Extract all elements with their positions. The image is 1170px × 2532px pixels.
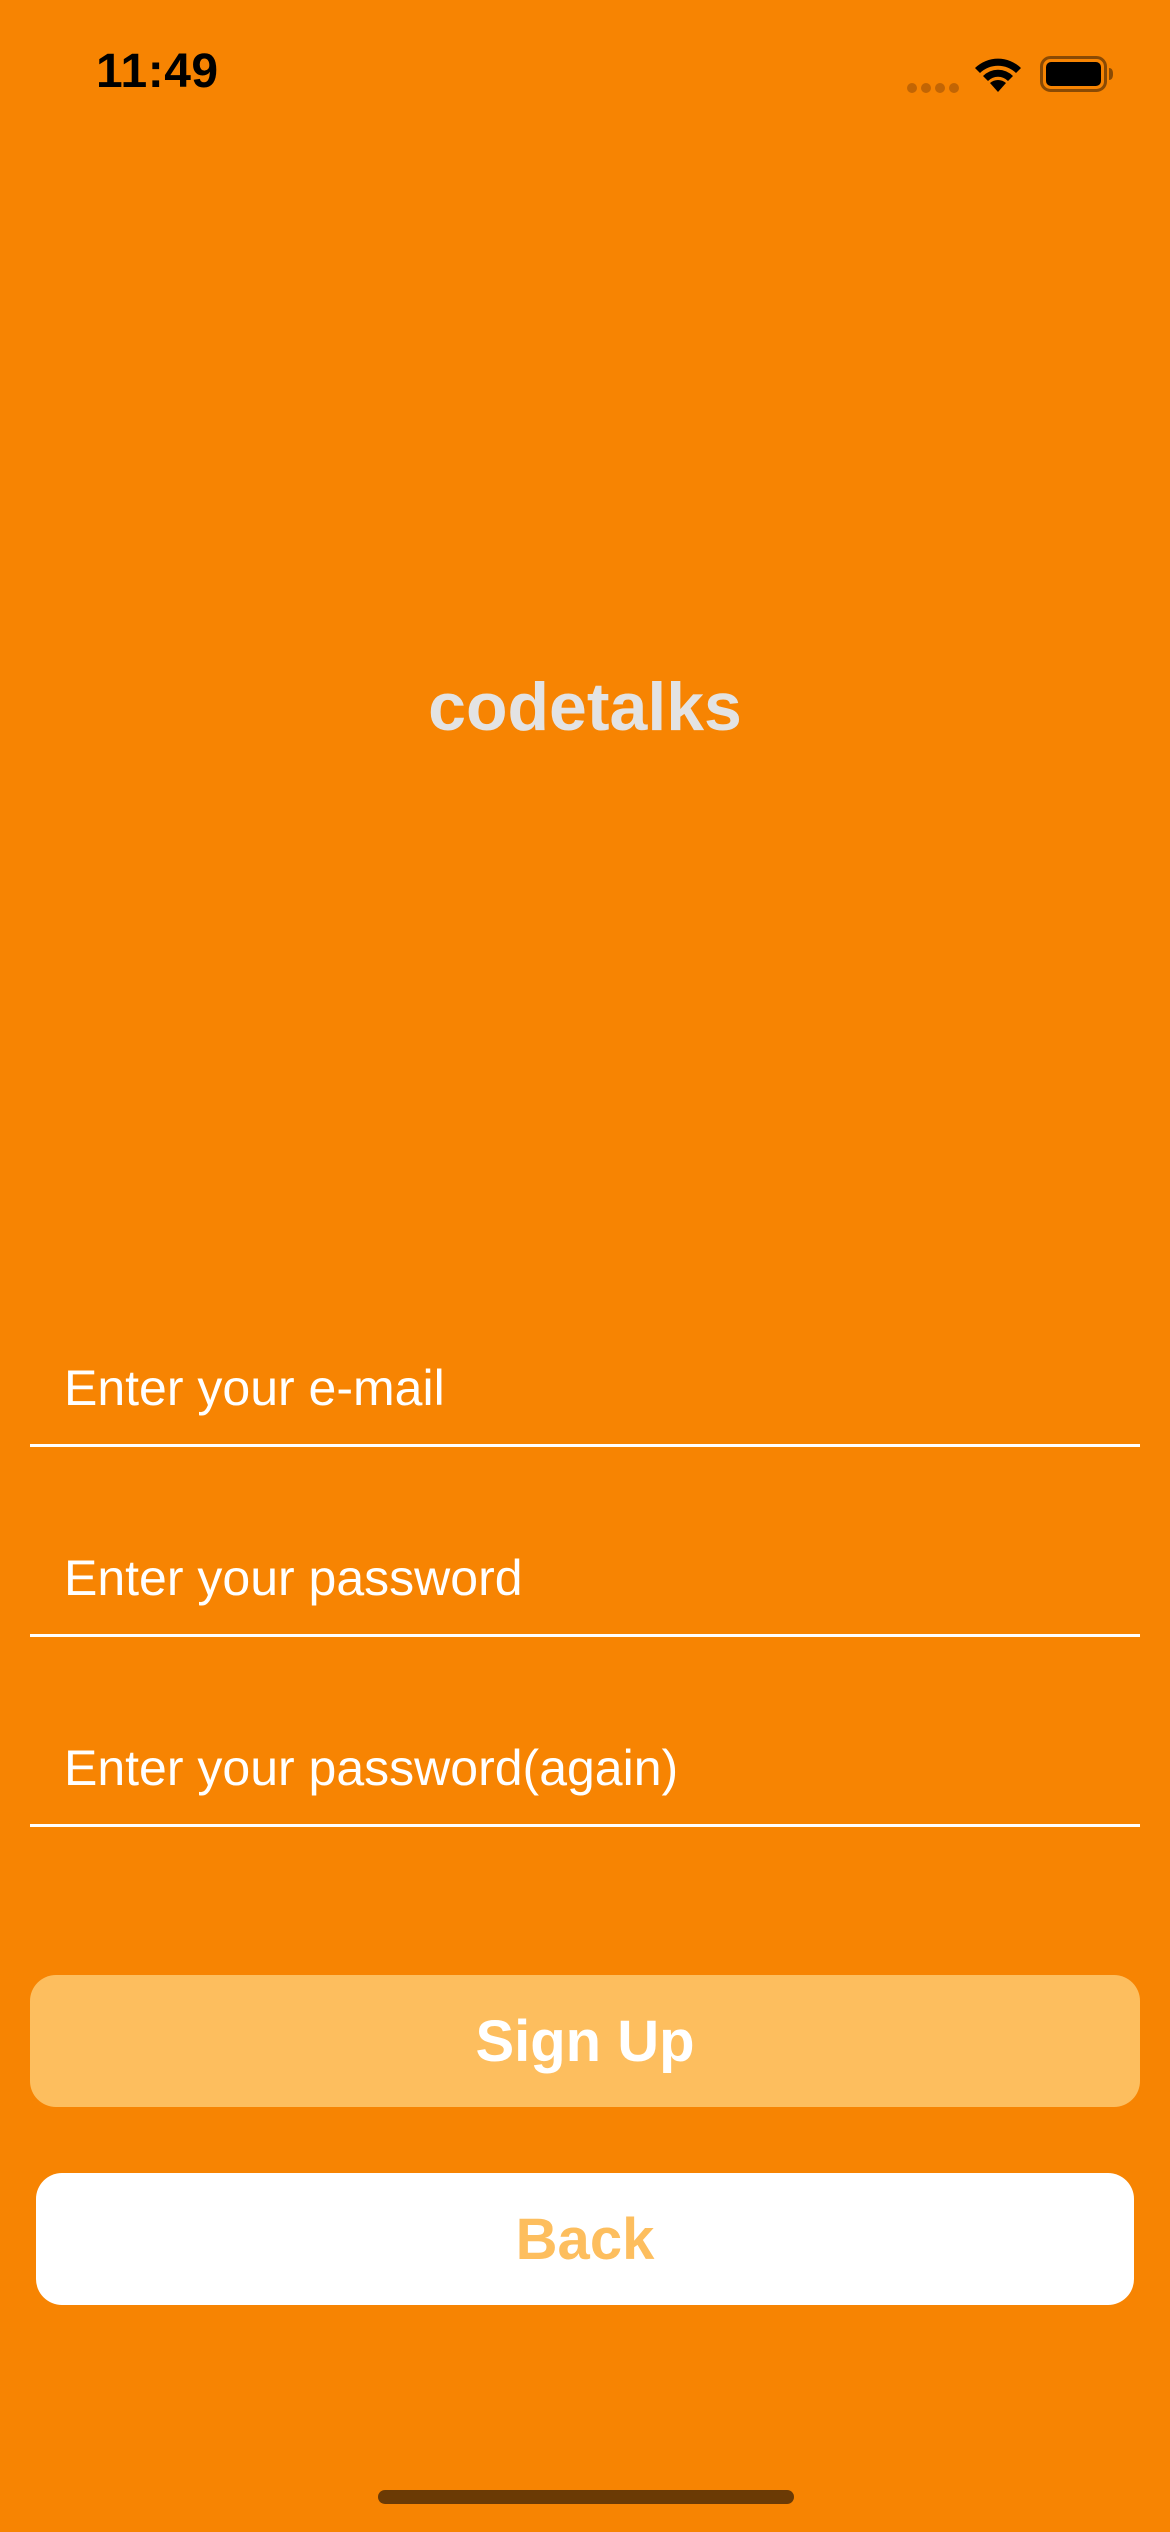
back-button[interactable]: Back: [36, 2173, 1134, 2305]
password-again-input[interactable]: [64, 1738, 1104, 1798]
sign-up-button[interactable]: Sign Up: [30, 1975, 1140, 2107]
email-field: [30, 1334, 1140, 1447]
password-field: [30, 1524, 1140, 1637]
status-bar: 11:49: [0, 0, 1170, 140]
battery-icon: [1040, 56, 1113, 92]
password-input[interactable]: [64, 1548, 1104, 1608]
wifi-icon: [975, 58, 1021, 92]
status-time: 11:49: [96, 45, 219, 98]
app-title: codetalks: [428, 669, 742, 745]
password-again-field: [30, 1714, 1140, 1827]
signal-icon: [907, 83, 959, 93]
home-indicator[interactable]: [378, 2490, 794, 2504]
email-input[interactable]: [64, 1358, 1104, 1418]
